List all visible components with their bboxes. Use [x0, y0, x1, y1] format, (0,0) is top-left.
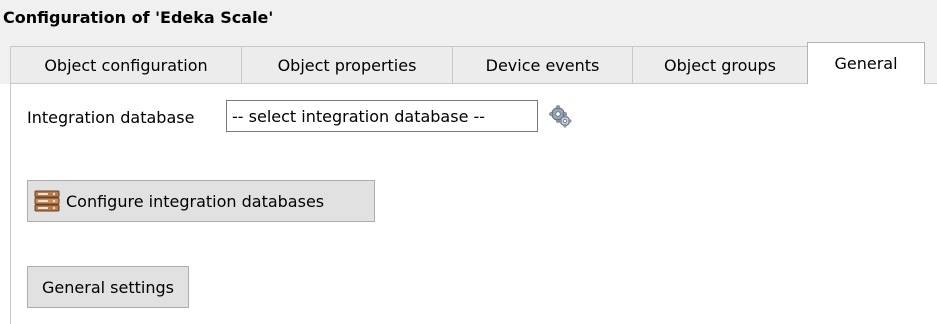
tab-device-events[interactable]: Device events — [452, 46, 633, 84]
gear-icon[interactable] — [549, 105, 573, 129]
general-settings-button[interactable]: General settings — [27, 266, 189, 308]
tab-object-properties[interactable]: Object properties — [241, 46, 453, 84]
integration-database-select-value: -- select integration database -- — [232, 106, 486, 126]
title-bar: Configuration of 'Edeka Scale' — [0, 0, 937, 36]
integration-database-label: Integration database — [27, 108, 195, 127]
configure-integration-databases-label: Configure integration databases — [66, 191, 325, 211]
integration-database-select[interactable]: -- select integration database -- — [226, 100, 538, 132]
tab-object-configuration[interactable]: Object configuration — [10, 46, 242, 84]
database-icon — [34, 190, 60, 212]
configuration-window: Configuration of 'Edeka Scale' Object co… — [0, 0, 937, 324]
tab-object-groups[interactable]: Object groups — [632, 46, 808, 84]
tab-general[interactable]: General — [807, 42, 925, 84]
window-title: Configuration of 'Edeka Scale' — [3, 8, 274, 27]
tab-bar: Object configuration Object properties D… — [0, 36, 937, 84]
configure-integration-databases-button[interactable]: Configure integration databases — [27, 180, 375, 222]
